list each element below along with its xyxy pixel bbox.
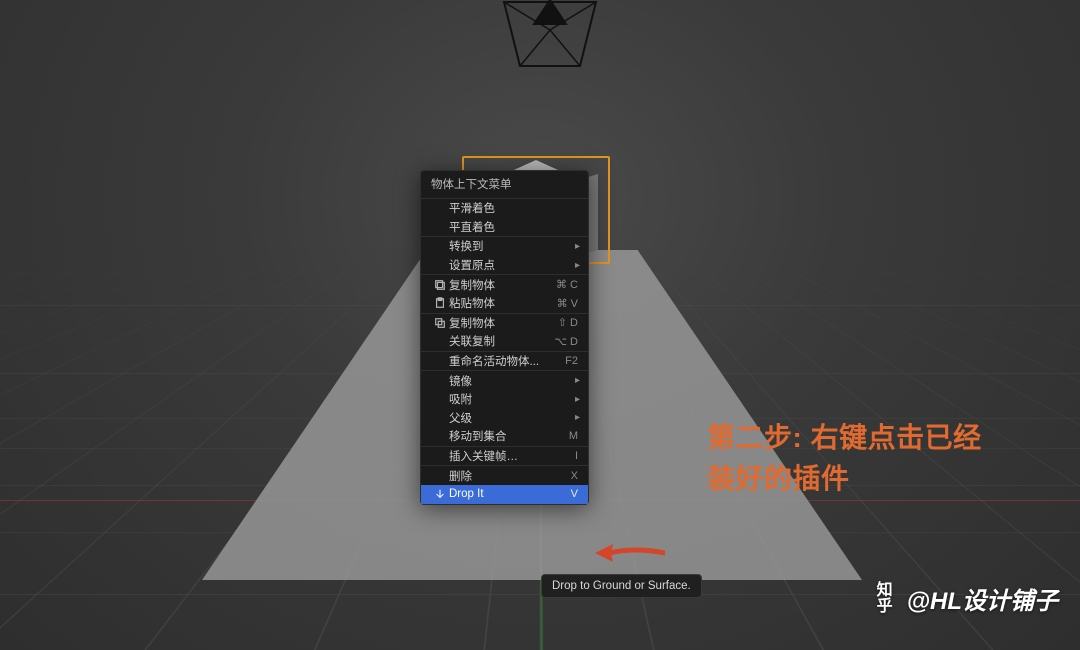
duplicate-icon: [431, 317, 449, 329]
menu-item-move-to-collection[interactable]: 移动到集合M: [421, 427, 588, 446]
menu-item-convert-to[interactable]: 转换到▸: [421, 237, 588, 256]
menu-item-set-origin[interactable]: 设置原点▸: [421, 256, 588, 275]
menu-item-insert-keyframe[interactable]: 插入关键帧…I: [421, 447, 588, 466]
arrow-down-icon: [431, 488, 449, 500]
watermark: 知乎 @HL设计铺子: [877, 581, 1058, 616]
tooltip: Drop to Ground or Surface.: [541, 574, 702, 598]
camera-icon: [494, 0, 606, 72]
zhihu-logo-icon: 知乎: [877, 583, 893, 615]
menu-item-parent[interactable]: 父级▸: [421, 409, 588, 428]
paste-icon: [431, 297, 449, 309]
menu-item-duplicate[interactable]: 复制物体⇧ D: [421, 314, 588, 333]
menu-item-drop-it[interactable]: Drop ItV: [421, 485, 588, 504]
blender-viewport[interactable]: 物体上下文菜单 平滑着色 平直着色 转换到▸ 设置原点▸ 复制物体⌘ C 粘贴物…: [0, 0, 1080, 650]
annotation-arrow: [595, 541, 665, 565]
menu-item-copy-objects[interactable]: 复制物体⌘ C: [421, 275, 588, 294]
chevron-right-icon: ▸: [575, 412, 580, 423]
watermark-text: @HL设计铺子: [907, 581, 1058, 616]
menu-item-paste-objects[interactable]: 粘贴物体⌘ V: [421, 294, 588, 313]
copy-icon: [431, 279, 449, 291]
chevron-right-icon: ▸: [575, 375, 580, 386]
context-menu-title: 物体上下文菜单: [421, 171, 588, 198]
menu-item-mirror[interactable]: 镜像▸: [421, 371, 588, 390]
annotation-text: 第二步: 右键点击已经 装好的插件: [707, 418, 982, 499]
menu-item-duplicate-linked[interactable]: 关联复制⌥ D: [421, 332, 588, 351]
context-menu: 物体上下文菜单 平滑着色 平直着色 转换到▸ 设置原点▸ 复制物体⌘ C 粘贴物…: [420, 170, 589, 505]
chevron-right-icon: ▸: [575, 260, 580, 271]
chevron-right-icon: ▸: [575, 394, 580, 405]
menu-item-shade-smooth[interactable]: 平滑着色: [421, 199, 588, 218]
chevron-right-icon: ▸: [575, 241, 580, 252]
menu-item-shade-flat[interactable]: 平直着色: [421, 218, 588, 237]
menu-item-snap[interactable]: 吸附▸: [421, 390, 588, 409]
menu-item-rename[interactable]: 重命名活动物体...F2: [421, 352, 588, 371]
menu-item-delete[interactable]: 删除X: [421, 466, 588, 485]
